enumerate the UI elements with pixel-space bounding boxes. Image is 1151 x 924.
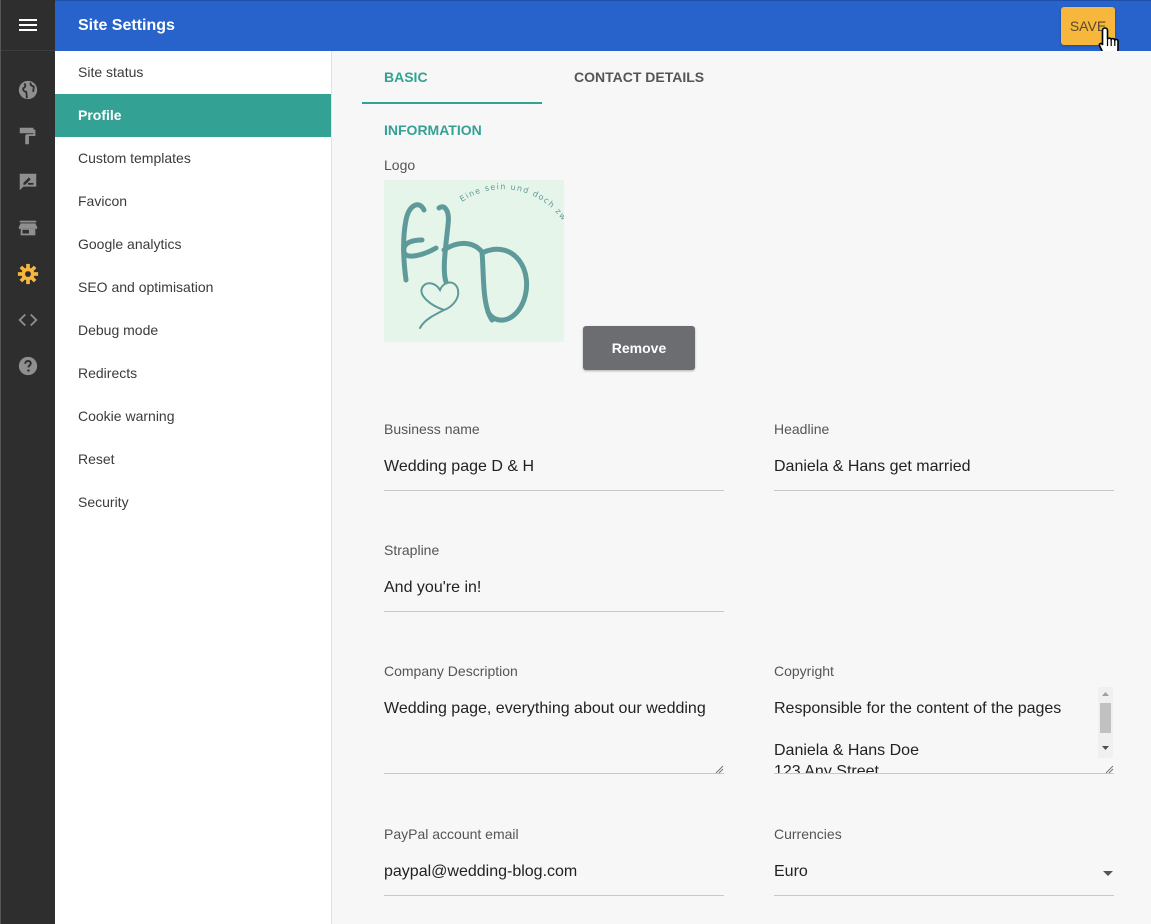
- headline-label: Headline: [774, 421, 830, 437]
- top-bar: Site Settings SAVE: [55, 0, 1151, 58]
- rail-item-content[interactable]: [1, 159, 55, 205]
- hamburger-menu-icon: [19, 19, 37, 31]
- company-description-textarea[interactable]: Wedding page, everything about our weddi…: [384, 698, 724, 774]
- company-description-value: Wedding page, everything about our weddi…: [384, 700, 706, 717]
- rail-item-code[interactable]: [1, 297, 55, 343]
- store-icon: [18, 220, 38, 236]
- paint-roller-icon: [19, 127, 36, 145]
- page-title: Site Settings: [78, 17, 175, 34]
- currencies-value: Euro: [774, 863, 808, 880]
- company-description-label: Company Description: [384, 663, 518, 679]
- strapline-input[interactable]: And you're in!: [384, 579, 724, 612]
- copyright-line-3: 123 Any Street: [774, 763, 879, 774]
- rail-item-settings[interactable]: [1, 251, 55, 297]
- copyright-line-1: Responsible for the content of the pages: [774, 700, 1062, 717]
- main-content: BASIC INFORMATION CONTACT DETAILS Logo E…: [332, 51, 1151, 924]
- settings-sidebar: Site status Profile Custom templates Fav…: [55, 51, 332, 924]
- menu-button[interactable]: [1, 0, 55, 51]
- paypal-label: PayPal account email: [384, 826, 519, 842]
- logo-label: Logo: [384, 157, 416, 173]
- resize-handle-icon[interactable]: [714, 764, 724, 774]
- headline-input[interactable]: Daniela & Hans get married: [774, 458, 1114, 491]
- strapline-label: Strapline: [384, 542, 440, 558]
- gear-icon: [17, 263, 39, 285]
- copyright-textarea[interactable]: Responsible for the content of the pages…: [774, 698, 1114, 774]
- sidebar-item-reset[interactable]: Reset: [55, 438, 331, 481]
- logo-image: Eine sein und doch zwei bleiben: [384, 180, 581, 342]
- rail-item-design[interactable]: [1, 113, 55, 159]
- icon-rail: [0, 0, 55, 924]
- rail-item-help[interactable]: [1, 343, 55, 389]
- business-name-label: Business name: [384, 421, 480, 437]
- copyright-label: Copyright: [774, 663, 834, 679]
- sidebar-item-seo[interactable]: SEO and optimisation: [55, 266, 331, 309]
- currencies-select[interactable]: Euro: [774, 863, 1114, 896]
- sidebar-item-debug-mode[interactable]: Debug mode: [55, 309, 331, 352]
- rail-item-store[interactable]: [1, 205, 55, 251]
- sidebar-item-favicon[interactable]: Favicon: [55, 180, 331, 223]
- sidebar-item-google-analytics[interactable]: Google analytics: [55, 223, 331, 266]
- tab-bar: BASIC INFORMATION CONTACT DETAILS: [362, 51, 726, 138]
- sidebar-item-custom-templates[interactable]: Custom templates: [55, 137, 331, 180]
- currencies-label: Currencies: [774, 826, 842, 842]
- resize-handle-icon[interactable]: [1104, 764, 1114, 774]
- sidebar-item-cookie-warning[interactable]: Cookie warning: [55, 395, 331, 438]
- help-icon: [18, 356, 38, 376]
- copyright-line-2: Daniela & Hans Doe: [774, 742, 919, 759]
- rail-item-site[interactable]: [1, 67, 55, 113]
- copyright-scrollbar[interactable]: [1098, 687, 1113, 758]
- sidebar-item-security[interactable]: Security: [55, 481, 331, 524]
- paypal-email-input[interactable]: paypal@wedding-blog.com: [384, 863, 724, 896]
- tab-basic-information[interactable]: BASIC INFORMATION: [362, 51, 542, 138]
- tab-contact-details[interactable]: CONTACT DETAILS: [552, 51, 726, 104]
- code-icon: [18, 313, 38, 327]
- edit-icon: [19, 173, 37, 191]
- svg-text:Eine sein und doch zwei bleibe: Eine sein und doch zwei bleiben: [458, 182, 564, 271]
- chevron-down-icon: [1103, 871, 1113, 876]
- logo-text: Eine sein und doch zwei bleiben: [458, 182, 580, 271]
- sidebar-item-profile[interactable]: Profile: [55, 94, 331, 137]
- globe-icon: [18, 80, 38, 100]
- remove-logo-button[interactable]: Remove: [583, 326, 695, 370]
- business-name-input[interactable]: Wedding page D & H: [384, 458, 724, 491]
- sidebar-item-redirects[interactable]: Redirects: [55, 352, 331, 395]
- sidebar-item-site-status[interactable]: Site status: [55, 51, 331, 94]
